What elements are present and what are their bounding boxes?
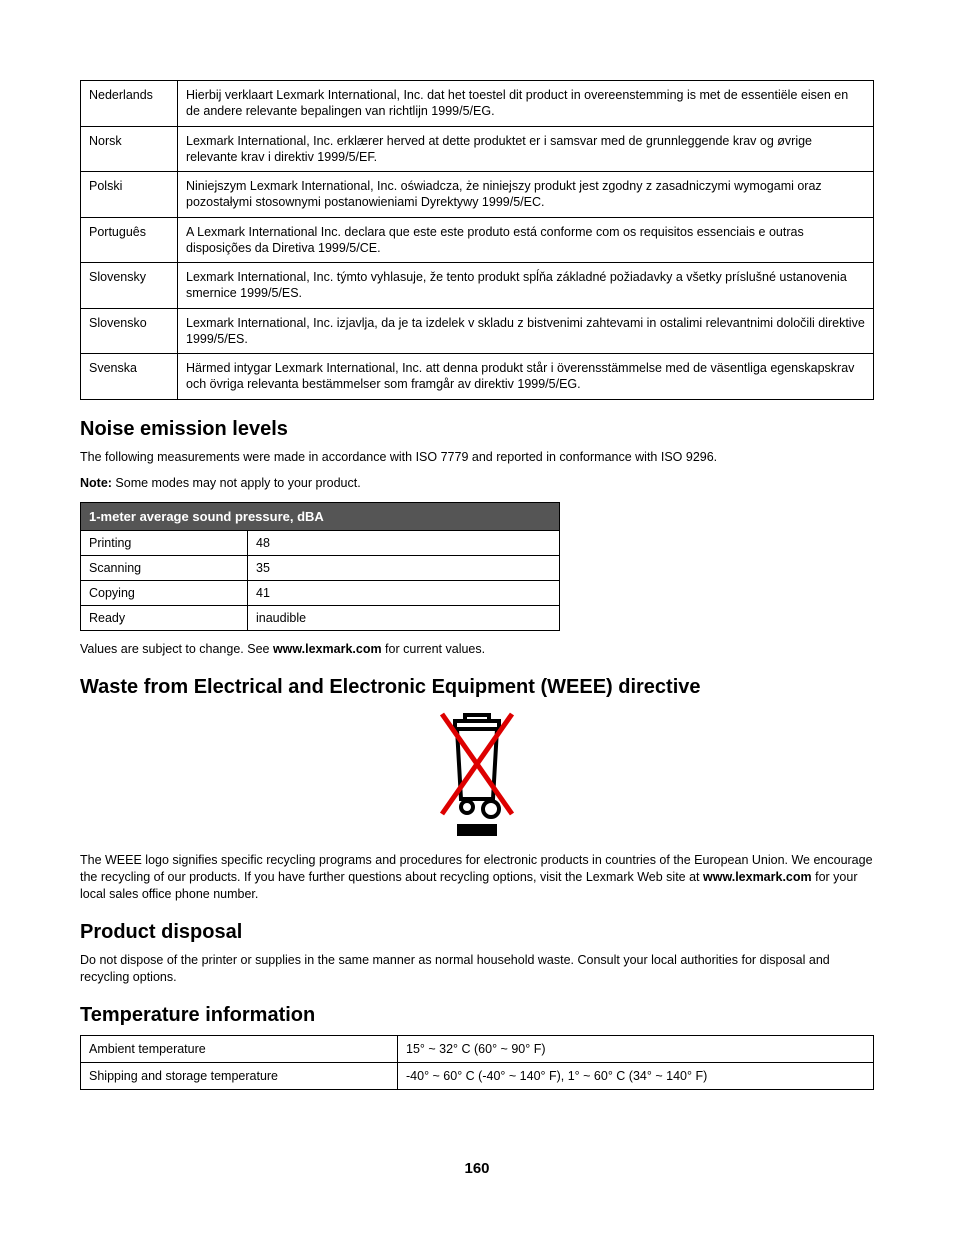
language-declarations-table: NederlandsHierbij verklaart Lexmark Inte…: [80, 80, 874, 400]
noise-table: 1-meter average sound pressure, dBA Prin…: [80, 502, 560, 631]
noise-mode: Ready: [81, 606, 248, 631]
temp-value: -40° ~ 60° C (-40° ~ 140° F), 1° ~ 60° C…: [398, 1062, 874, 1089]
table-row: Readyinaudible: [81, 606, 560, 631]
lexmark-url: www.lexmark.com: [273, 642, 382, 656]
lang-declaration: Lexmark International, Inc. erklærer her…: [178, 126, 874, 172]
table-row: Printing48: [81, 531, 560, 556]
lang-declaration: A Lexmark International Inc. declara que…: [178, 217, 874, 263]
lang-declaration: Lexmark International, Inc. izjavlja, da…: [178, 308, 874, 354]
lang-name: Polski: [81, 172, 178, 218]
temp-label: Ambient temperature: [81, 1035, 398, 1062]
temperature-table: Ambient temperature15° ~ 32° C (60° ~ 90…: [80, 1035, 874, 1090]
noise-col-header: 1-meter average sound pressure, dBA: [81, 503, 560, 531]
lang-name: Nederlands: [81, 81, 178, 127]
note-text: Some modes may not apply to your product…: [112, 476, 361, 490]
lang-name: Norsk: [81, 126, 178, 172]
table-row: Scanning35: [81, 556, 560, 581]
noise-footnote: Values are subject to change. See www.le…: [80, 641, 874, 658]
lang-declaration: Lexmark International, Inc. týmto vyhlas…: [178, 263, 874, 309]
lang-name: Svenska: [81, 354, 178, 400]
table-row: PolskiNiniejszym Lexmark International, …: [81, 172, 874, 218]
noise-mode: Printing: [81, 531, 248, 556]
lexmark-url: www.lexmark.com: [703, 870, 812, 884]
temp-heading: Temperature information: [80, 1004, 874, 1027]
noise-intro: The following measurements were made in …: [80, 449, 874, 466]
table-row: NorskLexmark International, Inc. erklære…: [81, 126, 874, 172]
weee-text: The WEEE logo signifies specific recycli…: [80, 852, 874, 903]
noise-value: 48: [248, 531, 560, 556]
noise-note: Note: Some modes may not apply to your p…: [80, 475, 874, 492]
note-label: Note:: [80, 476, 112, 490]
noise-value: 35: [248, 556, 560, 581]
lang-name: Slovensko: [81, 308, 178, 354]
noise-mode: Copying: [81, 581, 248, 606]
noise-heading: Noise emission levels: [80, 418, 874, 441]
disposal-text: Do not dispose of the printer or supplie…: [80, 952, 874, 986]
table-row: Ambient temperature15° ~ 32° C (60° ~ 90…: [81, 1035, 874, 1062]
noise-value: 41: [248, 581, 560, 606]
temp-value: 15° ~ 32° C (60° ~ 90° F): [398, 1035, 874, 1062]
table-row: SlovenskyLexmark International, Inc. tým…: [81, 263, 874, 309]
table-row: SvenskaHärmed intygar Lexmark Internatio…: [81, 354, 874, 400]
table-row: Shipping and storage temperature-40° ~ 6…: [81, 1062, 874, 1089]
table-row: SlovenskoLexmark International, Inc. izj…: [81, 308, 874, 354]
disposal-heading: Product disposal: [80, 921, 874, 944]
temp-label: Shipping and storage temperature: [81, 1062, 398, 1089]
weee-crossed-bin-icon: [80, 709, 874, 842]
lang-name: Slovensky: [81, 263, 178, 309]
lang-declaration: Hierbij verklaart Lexmark International,…: [178, 81, 874, 127]
lang-declaration: Härmed intygar Lexmark International, In…: [178, 354, 874, 400]
weee-heading: Waste from Electrical and Electronic Equ…: [80, 676, 874, 699]
noise-value: inaudible: [248, 606, 560, 631]
lang-declaration: Niniejszym Lexmark International, Inc. o…: [178, 172, 874, 218]
table-row: Copying41: [81, 581, 560, 606]
noise-mode: Scanning: [81, 556, 248, 581]
lang-name: Português: [81, 217, 178, 263]
page-number: 160: [80, 1160, 874, 1177]
table-row: NederlandsHierbij verklaart Lexmark Inte…: [81, 81, 874, 127]
table-row: PortuguêsA Lexmark International Inc. de…: [81, 217, 874, 263]
